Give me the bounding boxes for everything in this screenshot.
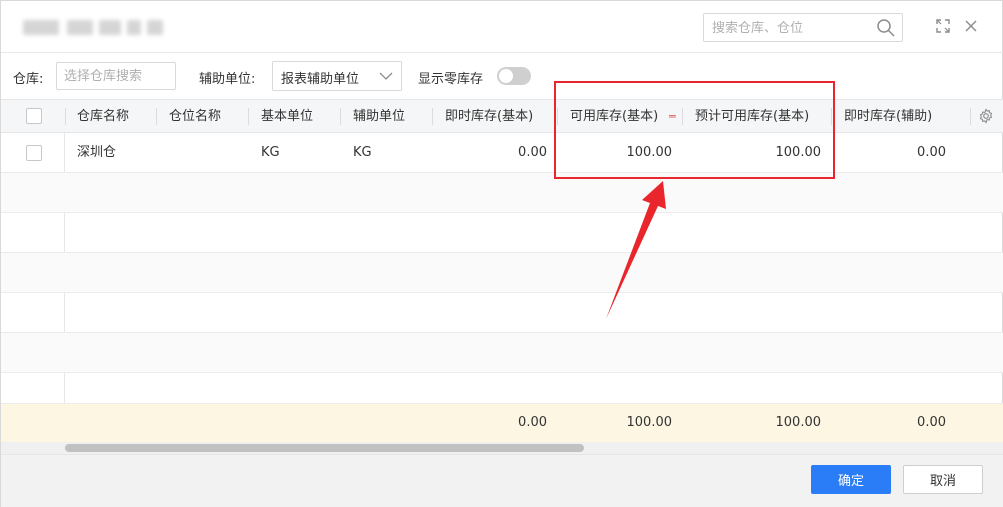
table-header: 仓库名称 仓位名称 基本单位 辅助单位 即时库存(基本) 可用库存(基本) ═ … <box>1 99 1003 133</box>
warehouse-search-input[interactable] <box>64 68 168 84</box>
warehouse-label: 仓库: <box>13 72 44 87</box>
blurred-title <box>23 17 165 39</box>
search-input[interactable] <box>712 19 872 37</box>
table-row <box>1 293 1003 333</box>
warehouse-search[interactable] <box>56 62 176 90</box>
zero-stock-label: 显示零库存 <box>418 72 484 87</box>
cell-warehouse: 深圳仓 <box>77 145 117 160</box>
filter-bar: 仓库: 辅助单位: 报表辅助单位 显示零库存 <box>1 53 1003 99</box>
col-base-unit[interactable]: 基本单位 <box>261 100 313 133</box>
cell-instant-aux: 0.00 <box>917 145 946 160</box>
cell-instant-base: 0.00 <box>518 145 547 160</box>
zero-stock-toggle[interactable] <box>497 67 531 85</box>
col-divider <box>970 108 971 125</box>
cancel-button[interactable]: 取消 <box>903 465 983 494</box>
col-warehouse[interactable]: 仓库名称 <box>77 100 129 133</box>
table-row <box>1 173 1003 213</box>
table-row <box>1 213 1003 253</box>
col-divider <box>432 108 433 125</box>
col-divider <box>65 108 66 125</box>
dialog-footer: 确定 取消 <box>1 454 1003 507</box>
table-row <box>1 333 1003 373</box>
confirm-button[interactable]: 确定 <box>811 465 891 494</box>
aux-unit-label: 辅助单位: <box>199 72 256 87</box>
select-all-checkbox[interactable] <box>26 108 42 124</box>
annotation-highlight-box <box>554 81 835 179</box>
col-divider <box>156 108 157 125</box>
total-instant-aux: 0.00 <box>917 415 946 430</box>
col-aux-unit[interactable]: 辅助单位 <box>353 100 405 133</box>
col-instant-aux[interactable]: 即时库存(辅助) <box>844 100 932 133</box>
inventory-dialog: 仓库: 辅助单位: 报表辅助单位 显示零库存 仓库名称 仓位名称 基本单位 辅助… <box>0 0 1003 507</box>
total-instant-base: 0.00 <box>518 415 547 430</box>
totals-row: 0.00 100.00 100.00 0.00 <box>1 404 1003 442</box>
row-checkbox[interactable] <box>26 145 42 161</box>
table-row <box>1 373 1003 404</box>
aux-unit-value: 报表辅助单位 <box>281 72 360 87</box>
dialog-header <box>1 1 1003 53</box>
cell-aux-unit: KG <box>353 145 372 160</box>
total-available-base: 100.00 <box>626 415 673 430</box>
table-row[interactable]: 深圳仓 KG KG 0.00 100.00 100.00 0.00 <box>1 133 1003 173</box>
scrollbar-thumb[interactable] <box>65 444 584 452</box>
total-expected-available-base: 100.00 <box>775 415 822 430</box>
col-instant-base[interactable]: 即时库存(基本) <box>445 100 533 133</box>
close-icon[interactable] <box>961 16 981 36</box>
horizontal-scrollbar[interactable] <box>1 442 1003 454</box>
chevron-down-icon <box>379 70 393 86</box>
table-row <box>1 253 1003 293</box>
gear-icon[interactable] <box>978 108 994 128</box>
expand-icon[interactable] <box>933 16 953 36</box>
col-location[interactable]: 仓位名称 <box>169 100 221 133</box>
inventory-table: 仓库名称 仓位名称 基本单位 辅助单位 即时库存(基本) 可用库存(基本) ═ … <box>1 99 1003 442</box>
search-icon[interactable] <box>876 18 896 42</box>
toggle-knob <box>499 69 513 83</box>
col-divider <box>340 108 341 125</box>
aux-unit-select[interactable]: 报表辅助单位 <box>272 61 402 91</box>
search-box[interactable] <box>703 13 903 42</box>
col-divider <box>248 108 249 125</box>
cell-base-unit: KG <box>261 145 280 160</box>
